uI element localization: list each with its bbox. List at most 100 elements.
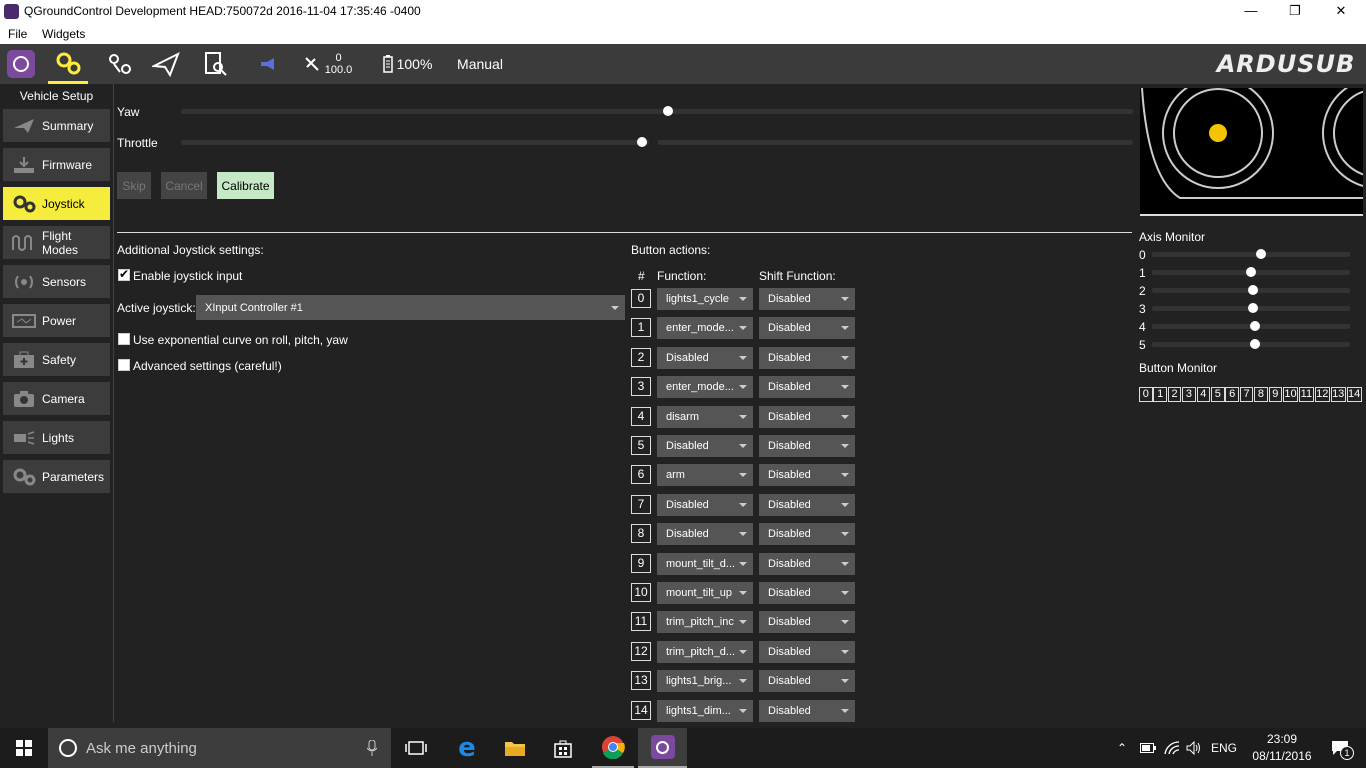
button-shift-function-select[interactable]: Disabled [759,582,855,604]
analyze-button[interactable] [196,44,236,84]
menu-file[interactable]: File [8,27,27,41]
button-function-select[interactable]: lights1_cycle [657,288,753,310]
active-joystick-select[interactable]: XInput Controller #1 [196,295,625,320]
button-function-value: disarm [666,410,700,423]
advanced-settings-checkbox[interactable] [118,359,130,371]
button-function-select[interactable]: disarm [657,405,753,428]
sidebar-item-sensors[interactable]: Sensors [3,265,110,298]
cortana-search-box[interactable]: Ask me anything [48,728,391,768]
maximize-button[interactable]: ❐ [1272,0,1318,23]
button-function-select[interactable]: enter_mode... [657,376,753,399]
button-shift-function-select[interactable]: Disabled [759,288,855,310]
clock[interactable]: 23:09 08/11/2016 [1250,728,1314,768]
button-function-select[interactable]: lights1_brig... [657,670,753,693]
sidebar-item-power[interactable]: Power [3,304,110,337]
start-button[interactable] [0,728,48,768]
light-icon [11,429,37,447]
button-shift-function-select[interactable]: Disabled [759,670,855,693]
sidebar-item-lights[interactable]: Lights [3,421,110,454]
button-function-select[interactable]: mount_tilt_up [657,582,753,604]
button-function-select[interactable]: Disabled [657,493,753,516]
button-monitor-cell: 3 [1182,387,1196,402]
chrome-app[interactable] [592,728,634,768]
edge-app[interactable]: e [446,728,488,768]
button-function-select[interactable]: lights1_dim... [657,699,753,722]
button-shift-function-select[interactable]: Disabled [759,376,855,399]
button-shift-function-select[interactable]: Disabled [759,435,855,457]
button-function-select[interactable]: mount_tilt_d... [657,552,753,575]
show-hidden-icons[interactable]: ⌃ [1112,728,1132,768]
chevron-down-icon [739,620,747,625]
button-function-select[interactable]: arm [657,464,753,487]
enable-joystick-checkbox[interactable] [118,267,130,281]
button-function-value: mount_tilt_up [666,587,733,599]
button-function-select[interactable]: Disabled [657,346,753,369]
button-index: 9 [631,553,651,573]
windows-taskbar: Ask me anything e ⌃ ENG 23:09 08/11/2016… [0,728,1366,768]
button-shift-function-select[interactable]: Disabled [759,405,855,428]
flight-mode-selector[interactable]: Manual [454,44,506,84]
vehicle-setup-button[interactable] [48,44,88,84]
gps-count: 0 [335,52,342,64]
task-view-button[interactable] [397,728,435,768]
button-monitor-cell: 7 [1239,387,1254,402]
sidebar-item-summary[interactable]: Summary [3,109,110,142]
button-function-select[interactable]: Disabled [657,523,753,546]
fly-view-button[interactable] [146,44,186,84]
button-index: 10 [631,583,651,602]
sidebar-item-camera[interactable]: Camera [3,382,110,415]
language-indicator[interactable]: ENG [1208,728,1240,768]
sidebar-item-firmware[interactable]: Firmware [3,148,110,181]
power-icon [11,312,37,330]
gps-indicator[interactable]: 0 100.0 [300,44,355,84]
action-center-button[interactable]: 1 [1320,728,1360,768]
sidebar-item-label: Safety [42,352,77,367]
menu-widgets[interactable]: Widgets [42,27,85,41]
sidebar-item-joystick[interactable]: Joystick [3,187,110,220]
network-tray[interactable] [1162,728,1182,768]
button-function-select[interactable]: trim_pitch_inc [657,611,753,634]
qgc-logo-button[interactable] [4,44,38,84]
cancel-button[interactable]: Cancel [161,172,207,199]
button-shift-function-select[interactable]: Disabled [759,493,855,516]
plan-view-button[interactable] [100,44,140,84]
volume-tray[interactable] [1184,728,1204,768]
calibrate-button[interactable]: Calibrate [217,172,274,199]
button-shift-function-select[interactable]: Disabled [759,699,855,722]
battery-indicator[interactable]: 100% [378,44,436,84]
sidebar-item-flight-modes[interactable]: Flight Modes [3,226,110,259]
qgc-taskbar-app[interactable] [638,728,687,768]
exponential-curve-checkbox[interactable] [118,333,130,345]
clock-time: 23:09 [1266,732,1298,746]
button-shift-function-select[interactable]: Disabled [759,611,855,634]
chevron-down-icon [739,649,747,654]
close-button[interactable]: ✕ [1318,0,1364,23]
file-explorer-app[interactable] [494,728,536,768]
button-monitor-cell: 14 [1346,387,1362,402]
button-shift-function-select[interactable]: Disabled [759,346,855,369]
chevron-down-icon [739,385,747,390]
button-function-select[interactable]: Disabled [657,435,753,457]
sidebar-item-safety[interactable]: Safety [3,343,110,376]
store-icon [554,740,572,758]
throttle-indicator [637,137,647,147]
skip-button[interactable]: Skip [117,172,151,199]
sidebar-item-parameters[interactable]: Parameters [3,460,110,493]
button-shift-function-select[interactable]: Disabled [759,317,855,340]
battery-tray[interactable] [1138,728,1158,768]
notification-count: 1 [1340,746,1354,760]
button-function-value: trim_pitch_d... [666,645,736,658]
button-shift-function-select[interactable]: Disabled [759,640,855,663]
minimize-button[interactable]: — [1228,0,1274,23]
camera-icon [11,390,37,408]
messages-indicator[interactable] [254,44,282,84]
button-shift-function-select[interactable]: Disabled [759,552,855,575]
button-shift-function-select[interactable]: Disabled [759,523,855,546]
store-app[interactable] [542,728,584,768]
button-shift-function-select[interactable]: Disabled [759,464,855,487]
button-function-select[interactable]: enter_mode... [657,317,753,340]
folder-icon [505,742,525,756]
button-index: 0 [631,289,651,308]
button-function-select[interactable]: trim_pitch_d... [657,640,753,663]
button-monitor-header: Button Monitor [1139,361,1218,375]
